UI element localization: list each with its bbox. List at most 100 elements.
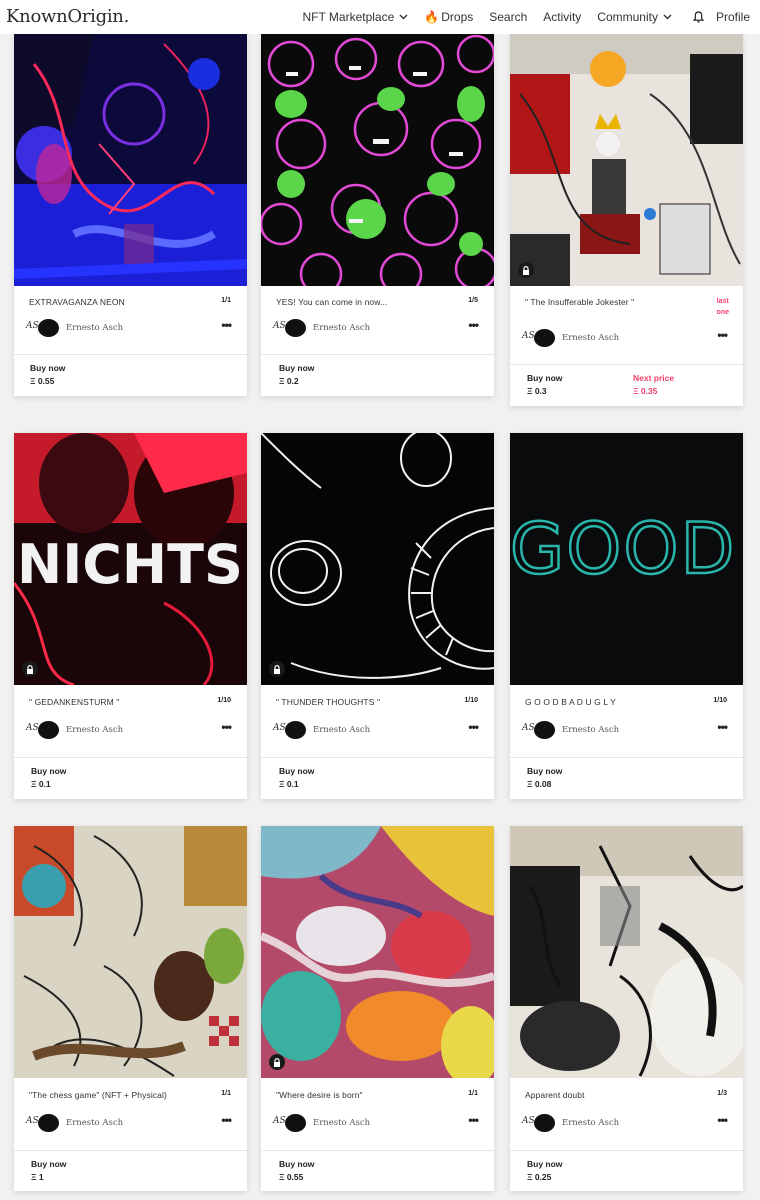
artist-name[interactable]: Ernesto Asch (562, 725, 619, 735)
artist-row[interactable]: AS Ernesto Asch (522, 721, 619, 739)
nav-activity[interactable]: Activity (543, 10, 581, 24)
price: Ξ 0.1 (31, 779, 51, 789)
artwork-card[interactable]: " THUNDER THOUGHTS " 1/10 AS Ernesto Asc… (261, 433, 494, 799)
artist-name[interactable]: Ernesto Asch (66, 1118, 123, 1128)
artwork-title[interactable]: Apparent doubt (525, 1090, 585, 1100)
edition-status-line: one (716, 309, 729, 316)
artwork-title[interactable]: "Where desire is born" (276, 1090, 363, 1100)
artist-name[interactable]: Ernesto Asch (313, 725, 370, 735)
artwork-card[interactable]: GOOD G O O D B A D U G L Y 1/10 AS Ernes… (510, 433, 743, 799)
edition-count: 1/5 (468, 297, 478, 304)
lock-icon (269, 1054, 285, 1070)
artwork-title[interactable]: EXTRAVAGANZA NEON (29, 297, 125, 307)
buy-now-label[interactable]: Buy now (279, 1159, 314, 1169)
artist-name[interactable]: Ernesto Asch (313, 1118, 370, 1128)
artist-row[interactable]: AS Ernesto Asch (273, 319, 370, 337)
divider (14, 354, 247, 355)
more-options-button[interactable]: ••• (468, 318, 479, 332)
artwork-title[interactable]: YES! You can come in now... (276, 297, 387, 307)
artwork-card[interactable]: " The Insufferable Jokester " last one A… (510, 34, 743, 406)
artwork-image[interactable] (261, 826, 494, 1078)
artist-name[interactable]: Ernesto Asch (313, 323, 370, 333)
artwork-image[interactable] (261, 433, 494, 685)
artwork-image[interactable] (14, 826, 247, 1078)
more-options-button[interactable]: ••• (468, 720, 479, 734)
buy-now-label[interactable]: Buy now (30, 363, 65, 373)
nav-nft-marketplace-label: NFT Marketplace (302, 10, 395, 24)
lock-icon (22, 661, 38, 677)
artist-row[interactable]: AS Ernesto Asch (522, 1114, 619, 1132)
notifications-button[interactable] (688, 11, 704, 23)
artwork-title[interactable]: " THUNDER THOUGHTS " (276, 697, 380, 707)
artwork-card[interactable]: "Where desire is born" 1/1 AS Ernesto As… (261, 826, 494, 1191)
artist-row[interactable]: AS Ernesto Asch (273, 1114, 370, 1132)
buy-now-label[interactable]: Buy now (527, 373, 562, 383)
price: Ξ 0.55 (279, 1172, 304, 1182)
artwork-card[interactable]: NICHTS " GEDANKENSTURM " 1/10 AS Ernesto… (14, 433, 247, 799)
avatar[interactable]: AS (26, 721, 60, 739)
artwork-image[interactable] (14, 34, 247, 286)
artwork-title[interactable]: "The chess game" (NFT + Physical) (29, 1090, 167, 1100)
artist-name[interactable]: Ernesto Asch (66, 323, 123, 333)
avatar[interactable]: AS (273, 1114, 307, 1132)
more-options-button[interactable]: ••• (221, 1113, 232, 1127)
artwork-title[interactable]: G O O D B A D U G L Y (525, 697, 616, 707)
nav-drops-label: Drops (441, 10, 474, 24)
avatar[interactable]: AS (273, 319, 307, 337)
divider (510, 1150, 743, 1151)
next-price-label: Next price (633, 373, 675, 383)
artist-row[interactable]: AS Ernesto Asch (26, 721, 123, 739)
artist-name[interactable]: Ernesto Asch (66, 725, 123, 735)
edition-count: 1/10 (217, 697, 231, 704)
chevron-down-icon (399, 14, 408, 20)
artist-row[interactable]: AS Ernesto Asch (273, 721, 370, 739)
buy-now-label[interactable]: Buy now (527, 1159, 562, 1169)
next-price: Ξ 0.35 (633, 386, 658, 396)
lock-icon (269, 661, 285, 677)
nav-search[interactable]: Search (489, 10, 527, 24)
buy-now-label[interactable]: Buy now (279, 766, 314, 776)
artist-name[interactable]: Ernesto Asch (562, 333, 619, 343)
bell-icon (692, 11, 704, 23)
buy-now-label[interactable]: Buy now (31, 1159, 66, 1169)
artwork-card[interactable]: "The chess game" (NFT + Physical) 1/1 AS… (14, 826, 247, 1191)
buy-now-label[interactable]: Buy now (31, 766, 66, 776)
more-options-button[interactable]: ••• (717, 328, 728, 342)
edition-count: 1/1 (468, 1090, 478, 1097)
price: Ξ 0.2 (279, 376, 299, 386)
artist-row[interactable]: AS Ernesto Asch (26, 1114, 123, 1132)
price: Ξ 1 (31, 1172, 44, 1182)
more-options-button[interactable]: ••• (717, 720, 728, 734)
artwork-image[interactable] (510, 826, 743, 1078)
artwork-image[interactable] (510, 34, 743, 286)
artwork-image[interactable]: NICHTS (14, 433, 247, 685)
artwork-image[interactable] (261, 34, 494, 286)
nav-community[interactable]: Community (597, 10, 672, 24)
nav-drops[interactable]: 🔥 Drops (424, 10, 473, 24)
artwork-text: GOOD (510, 508, 736, 590)
more-options-button[interactable]: ••• (468, 1113, 479, 1127)
artwork-card[interactable]: EXTRAVAGANZA NEON 1/1 AS Ernesto Asch ••… (14, 34, 247, 396)
artist-row[interactable]: AS Ernesto Asch (26, 319, 123, 337)
artwork-image[interactable]: GOOD (510, 433, 743, 685)
avatar[interactable]: AS (26, 319, 60, 337)
buy-now-label[interactable]: Buy now (527, 766, 562, 776)
more-options-button[interactable]: ••• (221, 720, 232, 734)
avatar[interactable]: AS (522, 329, 556, 347)
artwork-card[interactable]: YES! You can come in now... 1/5 AS Ernes… (261, 34, 494, 396)
knownorigin-logo[interactable]: KnownOrigin. (6, 6, 129, 27)
avatar[interactable]: AS (522, 1114, 556, 1132)
artwork-title[interactable]: " The Insufferable Jokester " (525, 297, 634, 307)
nav-nft-marketplace[interactable]: NFT Marketplace (302, 10, 408, 24)
artist-name[interactable]: Ernesto Asch (562, 1118, 619, 1128)
avatar[interactable]: AS (273, 721, 307, 739)
artwork-card[interactable]: Apparent doubt 1/3 AS Ernesto Asch ••• B… (510, 826, 743, 1191)
avatar[interactable]: AS (522, 721, 556, 739)
nav-profile[interactable]: Profile (716, 10, 750, 24)
buy-now-label[interactable]: Buy now (279, 363, 314, 373)
artist-row[interactable]: AS Ernesto Asch (522, 329, 619, 347)
avatar[interactable]: AS (26, 1114, 60, 1132)
more-options-button[interactable]: ••• (221, 318, 232, 332)
artwork-title[interactable]: " GEDANKENSTURM " (29, 697, 119, 707)
more-options-button[interactable]: ••• (717, 1113, 728, 1127)
